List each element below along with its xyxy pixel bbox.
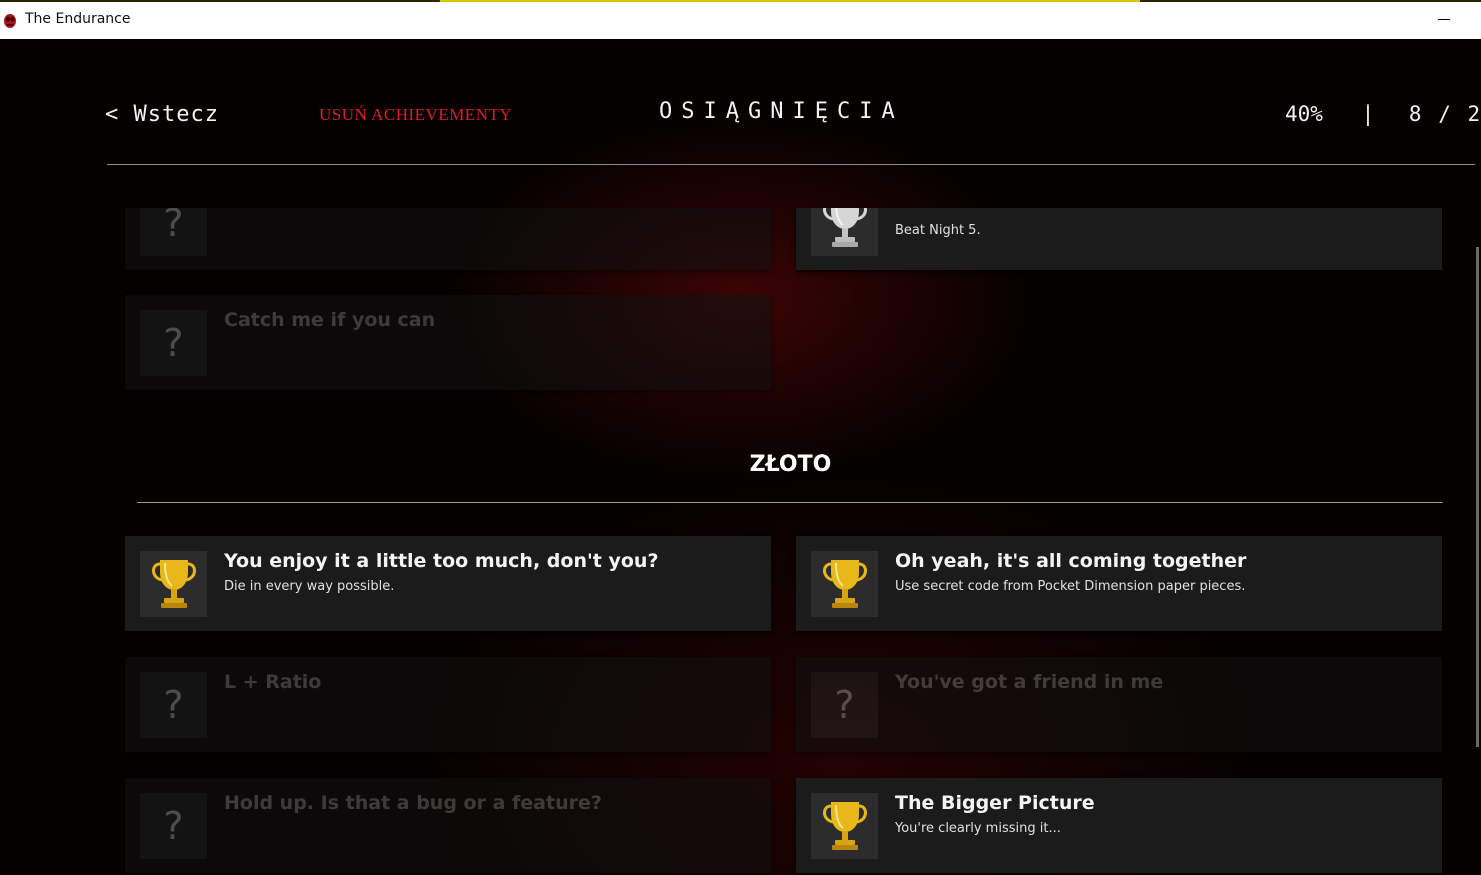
question-mark-icon: ? (163, 804, 184, 848)
achievement-name: Catch me if you can (224, 309, 436, 331)
trophy-icon-frame (811, 551, 878, 617)
achievement-name: You enjoy it a little too much, don't yo… (224, 550, 659, 572)
achievement-card-unlocked[interactable]: Oh yeah, it's all coming together Use se… (796, 536, 1442, 631)
window-title-bar: The Endurance (0, 0, 1481, 39)
question-mark-icon: ? (163, 683, 184, 727)
achievement-card-unlocked[interactable]: Beat Night 5. (796, 208, 1442, 270)
achievement-description: Beat Night 5. (895, 223, 981, 238)
achievement-card-locked[interactable]: ? Hold up. Is that a bug or a feature? (125, 778, 771, 873)
achievement-card-unlocked[interactable]: You enjoy it a little too much, don't yo… (125, 536, 771, 631)
achievements-list[interactable]: ? Beat Night 5. ? Catch me if you can ZŁ… (0, 208, 1481, 875)
locked-icon: ? (140, 310, 207, 376)
achievement-card-unlocked[interactable]: The Bigger Picture You're clearly missin… (796, 778, 1442, 873)
silver-trophy-icon (822, 208, 867, 247)
progress-stats: 40% | 8 / 20 (1285, 102, 1481, 126)
achievements-screen: < Wstecz USUŃ ACHIEVEMENTY OSIĄGNIĘCIA 4… (0, 39, 1481, 875)
gold-trophy-icon (822, 560, 867, 608)
achievement-card-locked[interactable]: ? You've got a friend in me (796, 657, 1442, 752)
locked-icon: ? (140, 793, 207, 859)
app-icon (4, 14, 16, 28)
question-mark-icon: ? (163, 321, 184, 365)
section-divider (137, 502, 1443, 503)
top-strip-highlight (440, 0, 1140, 2)
gold-trophy-icon (151, 560, 196, 608)
header-divider (107, 164, 1475, 165)
achievement-description: You're clearly missing it... (895, 821, 1061, 836)
section-title-gold: ZŁOTO (749, 452, 832, 477)
achievement-description: Die in every way possible. (224, 579, 395, 594)
achievement-description: Use secret code from Pocket Dimension pa… (895, 579, 1246, 594)
achievement-name: You've got a friend in me (895, 671, 1164, 693)
back-button[interactable]: < Wstecz (105, 102, 219, 127)
gold-trophy-icon (822, 802, 867, 850)
list-scrollbar[interactable] (1476, 247, 1479, 747)
question-mark-icon: ? (163, 208, 184, 245)
page-title: OSIĄGNIĘCIA (659, 99, 904, 124)
reset-achievements-button[interactable]: USUŃ ACHIEVEMENTY (319, 105, 512, 125)
locked-icon: ? (140, 208, 207, 256)
locked-icon: ? (811, 672, 878, 738)
trophy-icon-frame (811, 793, 878, 859)
achievement-count: 8 / 20 (1408, 102, 1481, 126)
progress-percent: 40% (1285, 102, 1323, 126)
stats-separator: | (1361, 102, 1375, 126)
minimize-button[interactable] (1432, 6, 1456, 32)
question-mark-icon: ? (834, 683, 855, 727)
achievement-card-locked[interactable]: ? L + Ratio (125, 657, 771, 752)
achievement-name: L + Ratio (224, 671, 322, 693)
locked-icon: ? (140, 672, 207, 738)
achievement-name: Hold up. Is that a bug or a feature? (224, 792, 602, 814)
trophy-icon-frame (811, 208, 878, 256)
trophy-icon-frame (140, 551, 207, 617)
window-title: The Endurance (25, 11, 131, 27)
achievement-card-locked[interactable]: ? Catch me if you can (125, 295, 771, 390)
achievement-name: The Bigger Picture (895, 792, 1095, 814)
achievement-card-locked[interactable]: ? (125, 208, 771, 270)
achievement-name: Oh yeah, it's all coming together (895, 550, 1247, 572)
